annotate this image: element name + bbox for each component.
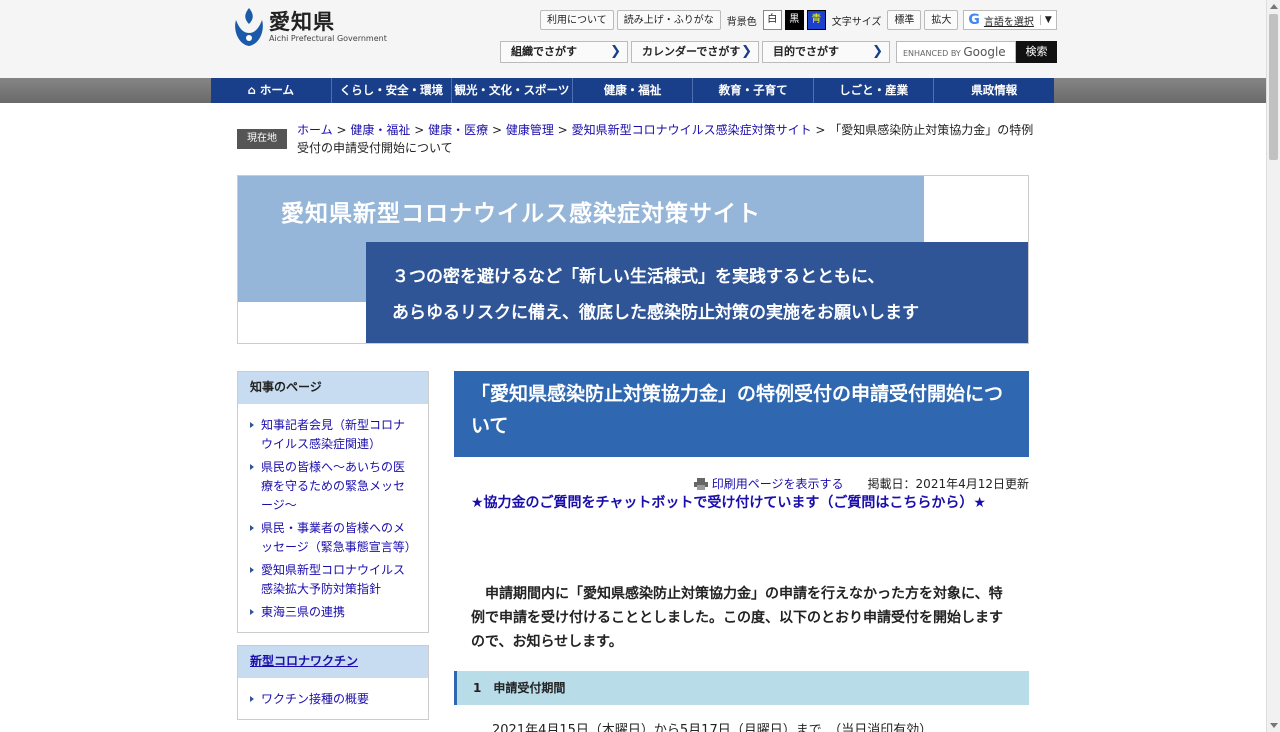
chevron-right-icon: ❯ [741, 44, 752, 59]
scrollbar-thumb[interactable] [1269, 14, 1278, 160]
intro-paragraph: 申請期間内に「愛知県感染防止対策協力金」の申請を行えなかった方を対象に、特例で申… [471, 582, 1011, 654]
search-by-calendar-button[interactable]: カレンダーでさがす ❯ [631, 41, 759, 63]
dropdown-arrow-icon: ▼ [1039, 15, 1052, 25]
sidebar-link-tokai[interactable]: 東海三県の連携 [261, 605, 345, 619]
sidebar-link-press[interactable]: 知事記者会見（新型コロナウイルス感染症関連） [261, 418, 405, 451]
google-brand-text: Google [963, 45, 1006, 59]
nav-tourism-culture[interactable]: 観光・文化・スポーツ [452, 78, 573, 103]
sidebar-item: ワクチン接種の概要 [250, 690, 416, 709]
sidebar-item: 東海三県の連携 [250, 603, 416, 622]
breadcrumb-separator: > [815, 123, 826, 137]
search-placeholder: ENHANCED BY [903, 49, 961, 58]
bg-white-button[interactable]: 白 [762, 10, 782, 30]
covid-banner[interactable]: 愛知県新型コロナウイルス感染症対策サイト ３つの密を避けるなど「新しい生活様式」… [237, 175, 1029, 344]
sidebar-item: 県民・事業者の皆様へのメッセージ（緊急事態宣言等） [250, 519, 417, 557]
sidebar-vaccine-title[interactable]: 新型コロナワクチン [250, 654, 358, 668]
breadcrumb-separator: > [336, 123, 347, 137]
banner-left-block [238, 242, 366, 302]
search-by-purpose-button[interactable]: 目的でさがす ❯ [762, 41, 890, 63]
search-by-org-label: 組織でさがす [511, 45, 577, 58]
site-logo-title: 愛知県 [269, 10, 335, 34]
banner-title: 愛知県新型コロナウイルス感染症対策サイト [281, 201, 761, 227]
breadcrumb-label: 現在地 [237, 129, 287, 149]
font-standard-button[interactable]: 標準 [887, 10, 922, 30]
chatbot-link-wrap: ★協力金のご質問をチャットボットで受け付けています（ご質問はこちらから）★ [471, 492, 1011, 514]
aichi-emblem-icon [235, 8, 263, 46]
main-content: 「愛知県感染防止対策協力金」の特例受付の申請受付開始について 印刷用ページを表示… [454, 371, 1029, 732]
breadcrumb-link-health-management[interactable]: 健康管理 [506, 123, 554, 137]
sidebar-vaccine-header: 新型コロナワクチン [238, 646, 428, 678]
vertical-scrollbar[interactable] [1266, 0, 1280, 732]
breadcrumb-separator: > [491, 123, 502, 137]
sidebar-item: 愛知県新型コロナウイルス感染拡大予防対策指針 [250, 561, 416, 599]
sidebar-item: 県民の皆様へ～あいちの医療を守るための緊急メッセージ～ [250, 458, 416, 515]
utility-bar: 利用について 読み上げ・ふりがな 背景色 白 黒 青 文字サイズ 標準 拡大 G… [540, 10, 1057, 30]
chevron-right-icon: ❯ [872, 44, 883, 59]
home-icon: ⌂ [247, 83, 256, 97]
sidebar-governor-section: 知事のページ 知事記者会見（新型コロナウイルス感染症関連） 県民の皆様へ～あいち… [237, 371, 429, 633]
breadcrumb-link-health-welfare[interactable]: 健康・福祉 [350, 123, 410, 137]
breadcrumb-link-covid-site[interactable]: 愛知県新型コロナウイルス感染症対策サイト [572, 123, 812, 137]
application-period: 2021年4月15日（木曜日）から5月17日（月曜日）まで （当日消印有効） [492, 723, 933, 732]
print-link[interactable]: 印刷用ページを表示する [693, 475, 844, 492]
nav-home[interactable]: ⌂ ホーム [211, 78, 332, 103]
read-aloud-button[interactable]: 読み上げ・ふりがな [616, 10, 721, 30]
site-header: 愛知県 Aichi Prefectural Government 利用について … [0, 0, 1266, 78]
breadcrumb-link-health-medical[interactable]: 健康・医療 [428, 123, 488, 137]
sidebar-item: 知事記者会見（新型コロナウイルス感染症関連） [250, 416, 416, 454]
search-nav-row: 組織でさがす ❯ カレンダーでさがす ❯ 目的でさがす ❯ ENHANCED BY G… [500, 41, 1057, 63]
page-title: 「愛知県感染防止対策協力金」の特例受付の申請受付開始について [454, 371, 1029, 457]
bg-color-label: 背景色 [726, 16, 757, 28]
sidebar-link-emergency[interactable]: 県民の皆様へ～あいちの医療を守るための緊急メッセージ～ [261, 460, 405, 512]
sidebar-governor-title: 知事のページ [238, 372, 428, 404]
font-large-button[interactable]: 拡大 [924, 10, 959, 30]
sidebar-link-message[interactable]: 県民・事業者の皆様へのメッセージ（緊急事態宣言等） [261, 521, 417, 554]
nav-life-safety[interactable]: くらし・安全・環境 [332, 78, 453, 103]
google-g-icon: G [968, 12, 980, 28]
search-by-calendar-label: カレンダーでさがす [642, 45, 741, 58]
intro-paragraph-text: 申請期間内に「愛知県感染防止対策協力金」の申請を行えなかった方を対象に、特例で申… [471, 586, 1003, 650]
breadcrumb-separator: > [414, 123, 425, 137]
sidebar-vaccine-section: 新型コロナワクチン ワクチン接種の概要 [237, 645, 429, 720]
publish-date: 掲載日：2021年4月12日更新 [867, 477, 1029, 491]
scroll-down-arrow-icon[interactable] [1270, 723, 1278, 728]
font-size-label: 文字サイズ [831, 16, 882, 28]
site-search: ENHANCED BY Google 検索 [896, 41, 1057, 63]
print-link-label: 印刷用ページを表示する [711, 477, 844, 491]
search-by-org-button[interactable]: 組織でさがす ❯ [500, 41, 628, 63]
nav-home-label: ホーム [259, 83, 294, 97]
breadcrumb: ホーム > 健康・福祉 > 健康・医療 > 健康管理 > 愛知県新型コロナウイル… [297, 121, 1037, 157]
search-by-purpose-label: 目的でさがす [773, 45, 839, 58]
bg-blue-button[interactable]: 青 [806, 10, 826, 30]
global-nav: ⌂ ホーム くらし・安全・環境 観光・文化・スポーツ 健康・福祉 教育・子育て … [211, 78, 1054, 103]
search-input[interactable]: ENHANCED BY Google [896, 41, 1016, 63]
banner-message-box: ３つの密を避けるなど「新しい生活様式」を実践するとともに、 あらゆるリスクに備え… [366, 242, 1028, 343]
sidebar-link-guideline[interactable]: 愛知県新型コロナウイルス感染拡大予防対策指針 [261, 563, 405, 596]
language-select-label: 言語を選択 [983, 16, 1034, 28]
chevron-right-icon: ❯ [610, 44, 621, 59]
banner-line-1: ３つの密を避けるなど「新しい生活様式」を実践するとともに、 [392, 267, 885, 287]
nav-prefecture-info[interactable]: 県政情報 [934, 78, 1054, 103]
page-meta: 印刷用ページを表示する 掲載日：2021年4月12日更新 [693, 475, 1029, 492]
nav-health-welfare[interactable]: 健康・福祉 [573, 78, 694, 103]
search-button[interactable]: 検索 [1016, 41, 1057, 63]
accessibility-button[interactable]: 利用について [540, 10, 614, 30]
nav-education[interactable]: 教育・子育て [693, 78, 814, 103]
chatbot-link[interactable]: ★協力金のご質問をチャットボットで受け付けています（ご質問はこちらから）★ [471, 495, 986, 511]
section-heading: 1 申請受付期間 [454, 671, 1029, 705]
bg-black-button[interactable]: 黒 [784, 10, 804, 30]
sidebar-link-vaccine-overview[interactable]: ワクチン接種の概要 [261, 692, 369, 706]
breadcrumb-link-home[interactable]: ホーム [297, 123, 333, 137]
sidebar: 知事のページ 知事記者会見（新型コロナウイルス感染症関連） 県民の皆様へ～あいち… [237, 371, 429, 732]
site-logo-subtitle: Aichi Prefectural Government [269, 34, 387, 43]
breadcrumb-separator: > [557, 123, 568, 137]
printer-icon [693, 477, 708, 490]
language-select[interactable]: G 言語を選択 ▼ [963, 10, 1057, 30]
site-logo[interactable]: 愛知県 Aichi Prefectural Government [233, 6, 387, 48]
nav-work-industry[interactable]: しごと・産業 [814, 78, 935, 103]
scroll-up-arrow-icon[interactable] [1270, 4, 1278, 9]
banner-line-2: あらゆるリスクに備え、徹底した感染防止対策の実施をお願いします [392, 303, 919, 323]
